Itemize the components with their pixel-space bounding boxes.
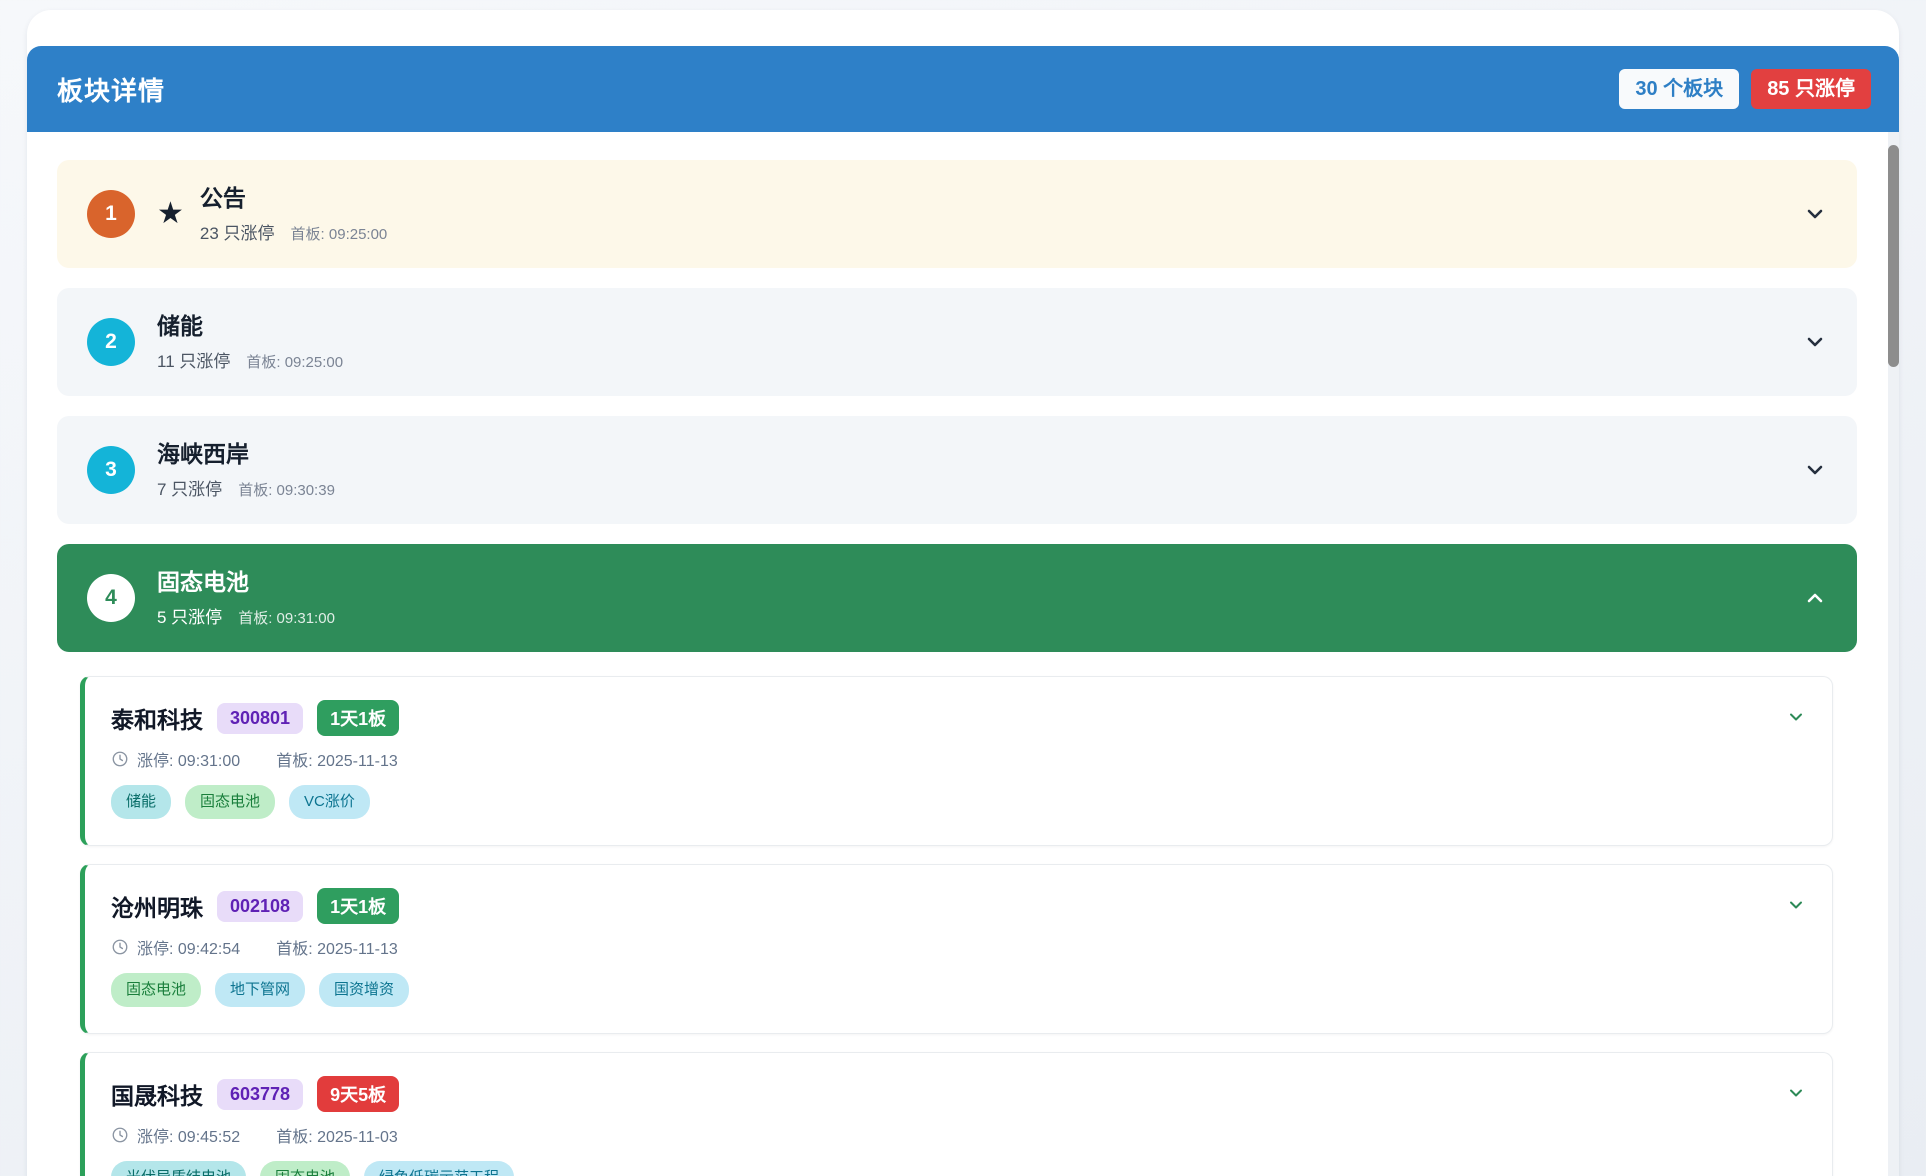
rank-badge: 1 bbox=[87, 190, 135, 238]
sector-info: 海峡西岸 7 只涨停 首板: 09:30:39 bbox=[157, 440, 1803, 500]
sector-info: 固态电池 5 只涨停 首板: 09:31:00 bbox=[157, 568, 1803, 628]
stock-title-row: 国晟科技 603778 9天5板 bbox=[111, 1075, 1786, 1113]
sector-first-board-time: 首板: 09:25:00 bbox=[291, 223, 388, 244]
stock-main: 泰和科技 300801 1天1板 涨停: 09:31:00 首板: 2025-1… bbox=[111, 699, 1786, 819]
stock-main: 沧州明珠 002108 1天1板 涨停: 09:42:54 首板: 2025-1… bbox=[111, 887, 1786, 1007]
sector-count-badge: 30 个板块 bbox=[1619, 69, 1739, 109]
concept-tag[interactable]: VC涨价 bbox=[289, 785, 370, 819]
sector-first-board-time: 首板: 09:25:00 bbox=[246, 351, 343, 372]
concept-tag[interactable]: 固态电池 bbox=[111, 973, 201, 1007]
star-icon: ★ bbox=[157, 199, 184, 229]
concept-tag[interactable]: 地下管网 bbox=[215, 973, 305, 1007]
stock-tags: 光伏异质结电池 固态电池 绿色低碳示范工程 bbox=[111, 1161, 1786, 1176]
first-board-date: 首板: 2025-11-13 bbox=[276, 747, 398, 771]
clock-icon bbox=[111, 1126, 129, 1144]
sector-subtitle: 7 只涨停 首板: 09:30:39 bbox=[157, 475, 1803, 500]
rank-badge: 3 bbox=[87, 446, 135, 494]
stock-code-badge: 603778 bbox=[217, 1079, 303, 1110]
chevron-down-icon[interactable] bbox=[1803, 458, 1827, 482]
limit-up-time: 涨停: 09:31:00 bbox=[137, 747, 240, 771]
sector-limit-count: 5 只涨停 bbox=[157, 603, 222, 628]
concept-tag[interactable]: 光伏异质结电池 bbox=[111, 1161, 246, 1176]
first-board-date: 首板: 2025-11-13 bbox=[276, 935, 398, 959]
sector-name: 固态电池 bbox=[157, 568, 1803, 597]
sector-first-board-time: 首板: 09:31:00 bbox=[238, 607, 335, 628]
stock-code-badge: 300801 bbox=[217, 703, 303, 734]
stock-name: 泰和科技 bbox=[111, 701, 203, 735]
sector-row-chuneng[interactable]: 2 储能 11 只涨停 首板: 09:25:00 bbox=[57, 288, 1857, 396]
concept-tag[interactable]: 固态电池 bbox=[185, 785, 275, 819]
concept-tag[interactable]: 国资增资 bbox=[319, 973, 409, 1007]
chevron-down-icon[interactable] bbox=[1803, 202, 1827, 226]
chevron-down-icon[interactable] bbox=[1786, 1083, 1806, 1103]
scrollbar-thumb[interactable] bbox=[1888, 145, 1899, 367]
limit-up-count-badge: 85 只涨停 bbox=[1751, 69, 1871, 109]
sector-info: 储能 11 只涨停 首板: 09:25:00 bbox=[157, 312, 1803, 372]
stock-time-row: 涨停: 09:31:00 首板: 2025-11-13 bbox=[111, 747, 1786, 771]
chevron-down-icon[interactable] bbox=[1786, 707, 1806, 727]
sector-detail-panel: 板块详情 30 个板块 85 只涨停 1 ★ 公告 23 只涨停 首板: 09:… bbox=[27, 10, 1899, 1176]
sector-row-gonggao[interactable]: 1 ★ 公告 23 只涨停 首板: 09:25:00 bbox=[57, 160, 1857, 268]
panel-header: 板块详情 30 个板块 85 只涨停 bbox=[27, 46, 1899, 132]
streak-badge: 1天1板 bbox=[317, 888, 399, 924]
clock-icon bbox=[111, 750, 129, 768]
sector-subtitle: 5 只涨停 首板: 09:31:00 bbox=[157, 603, 1803, 628]
first-board-date: 首板: 2025-11-03 bbox=[276, 1123, 398, 1147]
clock-icon bbox=[111, 938, 129, 956]
stock-name: 国晟科技 bbox=[111, 1077, 203, 1111]
sector-info: 公告 23 只涨停 首板: 09:25:00 bbox=[200, 184, 1803, 244]
chevron-down-icon[interactable] bbox=[1786, 895, 1806, 915]
sector-name: 公告 bbox=[200, 184, 1803, 213]
stock-time-row: 涨停: 09:42:54 首板: 2025-11-13 bbox=[111, 935, 1786, 959]
concept-tag[interactable]: 绿色低碳示范工程 bbox=[364, 1161, 514, 1176]
stock-card-guosheng-keji[interactable]: 国晟科技 603778 9天5板 涨停: 09:45:52 首板: 2025-1… bbox=[80, 1052, 1833, 1176]
sector-limit-count: 7 只涨停 bbox=[157, 475, 222, 500]
stock-tags: 固态电池 地下管网 国资增资 bbox=[111, 973, 1786, 1007]
streak-badge: 1天1板 bbox=[317, 700, 399, 736]
stock-tags: 储能 固态电池 VC涨价 bbox=[111, 785, 1786, 819]
sector-name: 储能 bbox=[157, 312, 1803, 341]
stock-main: 国晟科技 603778 9天5板 涨停: 09:45:52 首板: 2025-1… bbox=[111, 1075, 1786, 1176]
scrollbar-track[interactable] bbox=[1888, 132, 1899, 1176]
sector-limit-count: 23 只涨停 bbox=[200, 219, 275, 244]
page-title: 板块详情 bbox=[57, 71, 165, 108]
stock-card-cangzhou-mingzhu[interactable]: 沧州明珠 002108 1天1板 涨停: 09:42:54 首板: 2025-1… bbox=[80, 864, 1833, 1034]
limit-up-time: 涨停: 09:42:54 bbox=[137, 935, 240, 959]
stock-time-row: 涨停: 09:45:52 首板: 2025-11-03 bbox=[111, 1123, 1786, 1147]
sector-limit-count: 11 只涨停 bbox=[157, 347, 230, 372]
sector-list: 1 ★ 公告 23 只涨停 首板: 09:25:00 2 储能 11 只涨停 首… bbox=[27, 132, 1899, 1176]
stock-name: 沧州明珠 bbox=[111, 889, 203, 923]
sector-row-gutai-dianchi[interactable]: 4 固态电池 5 只涨停 首板: 09:31:00 bbox=[57, 544, 1857, 652]
rank-badge: 4 bbox=[87, 574, 135, 622]
sector-subtitle: 23 只涨停 首板: 09:25:00 bbox=[200, 219, 1803, 244]
limit-up-time: 涨停: 09:45:52 bbox=[137, 1123, 240, 1147]
sector-first-board-time: 首板: 09:30:39 bbox=[238, 479, 335, 500]
chevron-down-icon[interactable] bbox=[1803, 330, 1827, 354]
stock-code-badge: 002108 bbox=[217, 891, 303, 922]
stock-list: 泰和科技 300801 1天1板 涨停: 09:31:00 首板: 2025-1… bbox=[80, 676, 1833, 1176]
header-badges: 30 个板块 85 只涨停 bbox=[1619, 69, 1871, 109]
rank-badge: 2 bbox=[87, 318, 135, 366]
concept-tag[interactable]: 储能 bbox=[111, 785, 171, 819]
chevron-up-icon[interactable] bbox=[1803, 586, 1827, 610]
stock-card-taihe-keji[interactable]: 泰和科技 300801 1天1板 涨停: 09:31:00 首板: 2025-1… bbox=[80, 676, 1833, 846]
stock-title-row: 沧州明珠 002108 1天1板 bbox=[111, 887, 1786, 925]
sector-row-haixia-xian[interactable]: 3 海峡西岸 7 只涨停 首板: 09:30:39 bbox=[57, 416, 1857, 524]
streak-badge: 9天5板 bbox=[317, 1076, 399, 1112]
sector-subtitle: 11 只涨停 首板: 09:25:00 bbox=[157, 347, 1803, 372]
concept-tag[interactable]: 固态电池 bbox=[260, 1161, 350, 1176]
sector-name: 海峡西岸 bbox=[157, 440, 1803, 469]
stock-title-row: 泰和科技 300801 1天1板 bbox=[111, 699, 1786, 737]
